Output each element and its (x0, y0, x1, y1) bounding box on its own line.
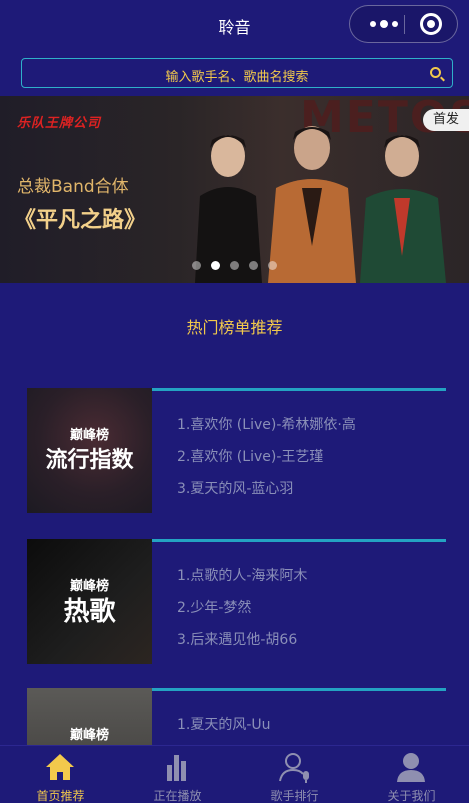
close-target-icon[interactable] (420, 13, 442, 35)
carousel-indicators[interactable] (192, 261, 277, 270)
chart-card-hot[interactable]: 巅峰榜 热歌 1.点歌的人-海来阿木 2.少年-梦然 3.后来遇见他-胡66 (27, 539, 446, 664)
chart-cover-brand: 巅峰榜 (69, 728, 109, 743)
capsule-divider (404, 15, 405, 34)
card-divider (152, 539, 446, 542)
mini-program-capsule (349, 5, 458, 43)
chart-cover-brand: 巅峰榜 (69, 428, 109, 443)
search-input[interactable]: 输入歌手名、歌曲名搜索 (22, 66, 452, 85)
song-item[interactable]: 1.喜欢你 (Live)-希林娜依·高 (177, 414, 356, 434)
banner-carousel[interactable]: METOS 乐队王牌公司 总裁Band合体 《平凡之路》 首发 (0, 96, 469, 283)
carousel-dot[interactable] (192, 261, 201, 270)
carousel-dot[interactable] (268, 261, 277, 270)
banner-logo: 乐队王牌公司 (17, 116, 102, 131)
tab-label: 歌手排行 (270, 789, 319, 803)
user-icon (397, 753, 425, 782)
chart-card-popular[interactable]: 巅峰榜 流行指数 1.喜欢你 (Live)-希林娜依·高 2.喜欢你 (Live… (27, 388, 446, 513)
chart-cover[interactable]: 巅峰榜 流行指数 (27, 388, 152, 513)
search-bar[interactable]: 输入歌手名、歌曲名搜索 (21, 58, 453, 88)
carousel-dot-active[interactable] (211, 261, 220, 270)
chart-cover-name: 流行指数 (45, 448, 134, 473)
tab-singers[interactable]: 歌手排行 (236, 746, 353, 803)
tab-now-playing[interactable]: 正在播放 (119, 746, 236, 803)
chart-cover-name: 热歌 (63, 597, 116, 627)
tab-about[interactable]: 关于我们 (353, 746, 469, 803)
tab-label: 首页推荐 (36, 789, 85, 803)
song-item[interactable]: 2.喜欢你 (Live)-王艺瑾 (177, 446, 323, 466)
tab-bar: 首页推荐 正在播放 歌手排行 关于我们 (0, 745, 469, 803)
song-item[interactable]: 1.点歌的人-海来阿木 (177, 565, 307, 585)
singer-mic-icon (279, 753, 309, 783)
home-icon (46, 754, 74, 780)
song-item[interactable]: 1.夏天的风-Uu (177, 714, 271, 734)
navigation-bar: 聆音 (0, 0, 469, 50)
carousel-dot[interactable] (230, 261, 239, 270)
tab-label: 正在播放 (153, 789, 202, 803)
banner-subtitle: 总裁Band合体 (17, 177, 129, 197)
bar-chart-icon (167, 755, 186, 781)
tab-home[interactable]: 首页推荐 (2, 746, 119, 803)
banner-badge: 首发 (422, 109, 469, 131)
banner-title: 《平凡之路》 (14, 208, 147, 233)
banner-artists-image (195, 126, 446, 283)
tab-label: 关于我们 (387, 789, 436, 803)
carousel-dot[interactable] (249, 261, 258, 270)
song-item[interactable]: 2.少年-梦然 (177, 597, 251, 617)
chart-cover[interactable]: 巅峰榜 热歌 (27, 539, 152, 664)
song-item[interactable]: 3.后来遇见他-胡66 (177, 629, 297, 649)
section-title: 热门榜单推荐 (186, 318, 283, 337)
card-divider (152, 688, 446, 691)
more-icon[interactable] (364, 6, 404, 42)
card-divider (152, 388, 446, 391)
song-item[interactable]: 3.夏天的风-蓝心羽 (177, 478, 293, 498)
search-icon[interactable] (430, 67, 441, 78)
